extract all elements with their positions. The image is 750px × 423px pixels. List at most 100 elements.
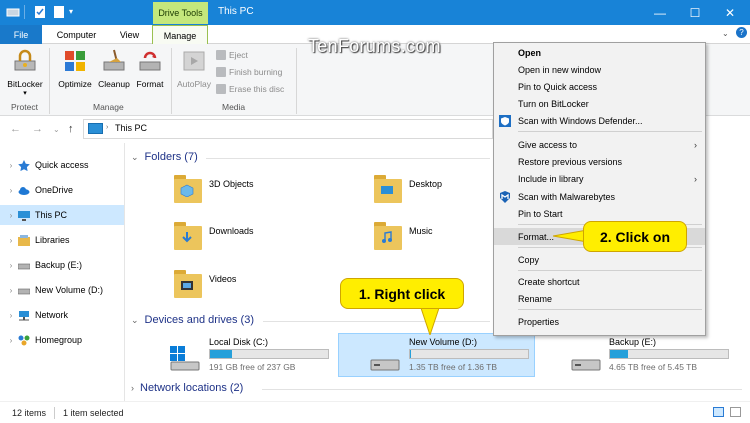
- bitlocker-button[interactable]: BitLocker ▾: [5, 48, 45, 97]
- click-on-callout: 2. Click on: [583, 221, 687, 252]
- tab-file[interactable]: File: [0, 25, 42, 44]
- folder-icon[interactable]: [174, 268, 202, 298]
- menu-item-pin-to-start[interactable]: Pin to Start: [494, 205, 705, 222]
- expand-icon[interactable]: ›: [4, 186, 18, 195]
- customize-quick-access-icon[interactable]: ▾: [69, 7, 73, 16]
- menu-item-restore-previous-versions[interactable]: Restore previous versions: [494, 153, 705, 170]
- nav-item-onedrive[interactable]: › OneDrive: [0, 180, 124, 200]
- menu-separator: [518, 270, 702, 271]
- menu-label: Pin to Quick access: [518, 81, 598, 92]
- format-button[interactable]: Format: [133, 48, 167, 89]
- expand-icon[interactable]: ›: [4, 261, 18, 270]
- properties-icon[interactable]: [33, 5, 47, 19]
- drive-name-e[interactable]: Backup (E:): [609, 337, 656, 347]
- pane-divider[interactable]: [124, 143, 125, 401]
- breadcrumb-separator-icon[interactable]: ›: [106, 124, 108, 131]
- recent-locations-icon[interactable]: ⌄: [53, 125, 60, 134]
- 3d-objects-icon: [180, 184, 194, 197]
- menu-separator: [518, 131, 702, 132]
- drive-free-space-e: 4.65 TB free of 5.45 TB: [609, 362, 698, 372]
- expand-icon[interactable]: ›: [4, 286, 18, 295]
- autoplay-button[interactable]: AutoPlay: [175, 48, 213, 89]
- nav-item-this-pc[interactable]: › This PC: [0, 205, 124, 225]
- details-view-icon[interactable]: [713, 407, 724, 417]
- drive-free-space-c: 191 GB free of 237 GB: [209, 362, 296, 372]
- menu-item-open[interactable]: Open: [494, 44, 705, 61]
- nav-item-homegroup[interactable]: › Homegroup: [0, 330, 124, 350]
- finish-burning-button[interactable]: Finish burning: [216, 67, 282, 77]
- ribbon-expand-icon[interactable]: ⌄: [722, 29, 729, 38]
- drive-name-d[interactable]: New Volume (D:): [409, 337, 477, 347]
- close-button[interactable]: ✕: [707, 3, 750, 22]
- menu-item-copy[interactable]: Copy: [494, 251, 705, 268]
- menu-label: Properties: [518, 316, 560, 327]
- folders-group-header[interactable]: ⌄ Folders (7): [131, 151, 198, 163]
- autoplay-label: AutoPlay: [176, 79, 212, 89]
- folder-icon[interactable]: [174, 173, 202, 203]
- folder-icon[interactable]: [174, 220, 202, 250]
- menu-item-scan-windows-defender[interactable]: Scan with Windows Defender...: [494, 112, 705, 129]
- help-icon[interactable]: ?: [736, 27, 747, 38]
- menu-label: Format...: [518, 231, 555, 242]
- eject-icon: [216, 50, 226, 60]
- folder-label-desktop[interactable]: Desktop: [409, 179, 442, 189]
- drive-icon[interactable]: [569, 346, 603, 374]
- optimize-icon: [65, 51, 85, 71]
- this-pc-icon: [88, 123, 103, 134]
- folder-label-3d-objects[interactable]: 3D Objects: [209, 179, 254, 189]
- nav-item-backup-e[interactable]: › Backup (E:): [0, 255, 124, 275]
- menu-item-include-in-library[interactable]: Include in library ›: [494, 170, 705, 187]
- finish-burning-label: Finish burning: [229, 67, 283, 77]
- library-icon: [18, 234, 30, 246]
- collapse-icon[interactable]: ⌄: [131, 315, 139, 326]
- cleanup-button[interactable]: Cleanup: [96, 48, 132, 89]
- nav-item-quick-access[interactable]: › Quick access: [0, 155, 124, 175]
- tab-computer[interactable]: Computer: [45, 25, 108, 44]
- collapse-icon[interactable]: ⌄: [131, 152, 139, 163]
- erase-disc-button[interactable]: Erase this disc: [216, 84, 284, 94]
- optimize-button[interactable]: Optimize: [54, 48, 96, 89]
- folder-icon[interactable]: [374, 220, 402, 250]
- eject-button[interactable]: Eject: [216, 50, 248, 60]
- nav-item-network[interactable]: › Network: [0, 305, 124, 325]
- folder-label-music[interactable]: Music: [409, 226, 433, 236]
- menu-item-turn-on-bitlocker[interactable]: Turn on BitLocker: [494, 95, 705, 112]
- expand-icon[interactable]: ›: [4, 211, 18, 220]
- nav-item-new-volume-d[interactable]: › New Volume (D:): [0, 280, 124, 300]
- menu-label: Copy: [518, 254, 540, 265]
- devices-group-header[interactable]: ⌄ Devices and drives (3): [131, 314, 254, 326]
- expand-icon[interactable]: ›: [4, 336, 18, 345]
- expand-icon[interactable]: ›: [131, 383, 134, 393]
- menu-item-open-in-new-window[interactable]: Open in new window: [494, 61, 705, 78]
- folders-header-label: Folders (7): [144, 151, 198, 163]
- tab-manage[interactable]: Manage: [152, 25, 208, 45]
- menu-item-rename[interactable]: Rename: [494, 290, 705, 307]
- cleanup-icon: [103, 49, 125, 71]
- drive-icon: [18, 263, 30, 269]
- expand-icon[interactable]: ›: [4, 311, 18, 320]
- submenu-arrow-icon: ›: [694, 173, 697, 184]
- large-icons-view-icon[interactable]: [730, 407, 741, 417]
- menu-item-pin-to-quick-access[interactable]: Pin to Quick access: [494, 78, 705, 95]
- drive-icon[interactable]: [368, 346, 402, 374]
- new-folder-icon[interactable]: [52, 5, 66, 19]
- network-group-header[interactable]: › Network locations (2): [131, 382, 243, 394]
- menu-item-scan-malwarebytes[interactable]: Scan with Malwarebytes: [494, 188, 705, 205]
- tab-view[interactable]: View: [111, 25, 148, 44]
- menu-item-properties[interactable]: Properties: [494, 313, 705, 330]
- up-arrow-icon[interactable]: ↑: [68, 123, 74, 135]
- forward-arrow-icon[interactable]: →: [32, 123, 43, 135]
- folder-label-downloads[interactable]: Downloads: [209, 226, 254, 236]
- windows-drive-icon[interactable]: [168, 344, 202, 372]
- nav-item-libraries[interactable]: › Libraries: [0, 230, 124, 250]
- back-arrow-icon[interactable]: ←: [10, 123, 21, 135]
- nav-label: Backup (E:): [35, 260, 83, 270]
- group-divider: [263, 321, 490, 322]
- folder-label-videos[interactable]: Videos: [209, 274, 236, 284]
- drive-name-c[interactable]: Local Disk (C:): [209, 337, 268, 347]
- folder-icon[interactable]: [374, 173, 402, 203]
- expand-icon[interactable]: ›: [4, 236, 18, 245]
- expand-icon[interactable]: ›: [4, 161, 18, 170]
- menu-item-create-shortcut[interactable]: Create shortcut: [494, 273, 705, 290]
- menu-item-give-access-to[interactable]: Give access to ›: [494, 136, 705, 153]
